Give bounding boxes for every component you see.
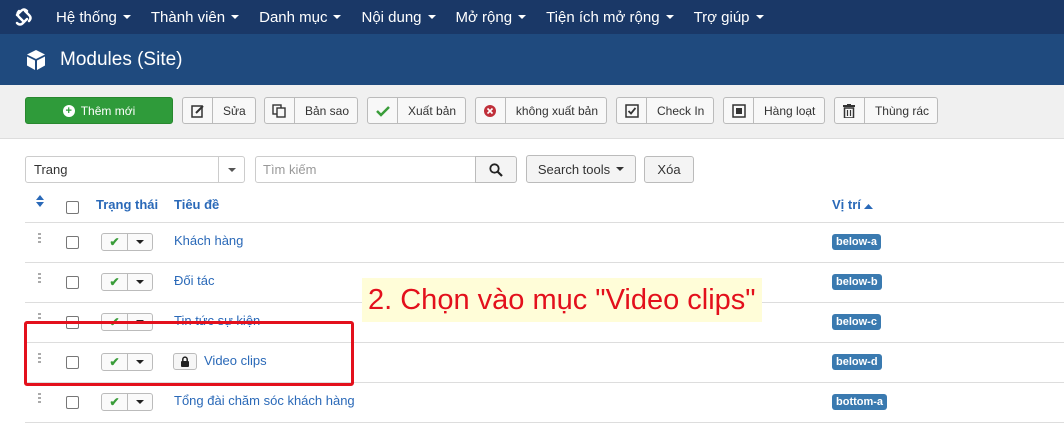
times-circle-icon bbox=[476, 98, 506, 123]
caret-down-icon bbox=[755, 15, 764, 19]
trash-icon bbox=[835, 98, 865, 123]
edit-icon bbox=[183, 98, 213, 123]
title-column-header[interactable]: Tiêu đề bbox=[174, 197, 219, 212]
batch-button-label: Hàng loạt bbox=[764, 103, 816, 118]
page-title: Modules (Site) bbox=[60, 48, 183, 70]
module-title-link[interactable]: Đối tác bbox=[174, 273, 214, 288]
select-all-checkbox[interactable] bbox=[66, 201, 79, 214]
position-column-header[interactable]: Vị trí bbox=[832, 197, 873, 212]
position-badge: below-b bbox=[832, 274, 882, 290]
caret-down-icon[interactable] bbox=[128, 274, 152, 290]
position-badge: below-c bbox=[832, 314, 881, 330]
status-column-header[interactable]: Trạng thái bbox=[96, 197, 158, 212]
drag-handle-icon[interactable] bbox=[38, 273, 41, 285]
checkin-button-label: Check In bbox=[657, 103, 705, 118]
caret-down-icon bbox=[427, 15, 436, 19]
check-icon: ✔ bbox=[102, 234, 128, 250]
highlight-box bbox=[24, 321, 354, 386]
menu-label: Mở rộng bbox=[455, 8, 513, 26]
menu-system[interactable]: Hệ thống bbox=[46, 0, 141, 34]
joomla-logo-icon[interactable] bbox=[0, 0, 46, 34]
status-toggle[interactable]: ✔ bbox=[101, 233, 153, 251]
copy-icon bbox=[265, 98, 295, 123]
chevron-down-icon bbox=[218, 157, 244, 182]
edit-button[interactable]: Sửa bbox=[182, 97, 256, 124]
checkin-button[interactable]: Check In bbox=[616, 97, 714, 124]
position-badge: bottom-a bbox=[832, 394, 888, 410]
copy-button-label: Bản sao bbox=[304, 103, 349, 118]
toolbar: + Thêm mới Sửa Bản sao Xuất bản không xu… bbox=[0, 85, 1064, 139]
checkbox-icon bbox=[617, 98, 647, 123]
search-button[interactable] bbox=[475, 156, 517, 183]
search-icon bbox=[489, 162, 503, 177]
unpublish-button[interactable]: không xuất bản bbox=[475, 97, 607, 124]
caret-down-icon bbox=[518, 15, 527, 19]
menu-content[interactable]: Nội dung bbox=[351, 0, 445, 34]
row-checkbox[interactable] bbox=[66, 276, 79, 289]
position-badge: below-d bbox=[832, 354, 882, 370]
menu-extend[interactable]: Mở rộng bbox=[446, 0, 537, 34]
square-icon bbox=[724, 98, 754, 123]
drag-handle-icon[interactable] bbox=[38, 393, 41, 405]
trash-button-label: Thùng rác bbox=[874, 103, 929, 118]
menu-label: Trợ giúp bbox=[693, 8, 750, 26]
search-tools-label: Search tools bbox=[537, 161, 611, 177]
row-checkbox[interactable] bbox=[66, 396, 79, 409]
publish-button[interactable]: Xuất bản bbox=[367, 97, 466, 124]
menu-label: Nội dung bbox=[361, 8, 422, 26]
menu-label: Hệ thống bbox=[56, 8, 117, 26]
caret-up-icon bbox=[863, 204, 873, 209]
top-navbar: Hệ thống Thành viên Danh mục Nội dung Mở… bbox=[0, 0, 1064, 34]
search-tools-button[interactable]: Search tools bbox=[526, 155, 636, 183]
sort-ordering-icon[interactable] bbox=[36, 195, 44, 210]
status-toggle[interactable]: ✔ bbox=[101, 273, 153, 291]
caret-down-icon bbox=[122, 15, 131, 19]
check-icon: ✔ bbox=[102, 394, 128, 410]
copy-button[interactable]: Bản sao bbox=[264, 97, 358, 124]
position-header-label: Vị trí bbox=[832, 197, 861, 212]
caret-down-icon bbox=[231, 15, 240, 19]
caret-down-icon[interactable] bbox=[128, 234, 152, 250]
module-title-link[interactable]: Tổng đài chăm sóc khách hàng bbox=[174, 393, 355, 408]
position-badge: below-a bbox=[832, 234, 881, 250]
table-header: Trạng thái Tiêu đề Vị trí bbox=[25, 187, 1064, 223]
caret-down-icon[interactable] bbox=[128, 394, 152, 410]
page-header: Modules (Site) bbox=[0, 34, 1064, 85]
batch-button[interactable]: Hàng loạt bbox=[723, 97, 825, 124]
status-toggle[interactable]: ✔ bbox=[101, 393, 153, 411]
check-icon: ✔ bbox=[102, 274, 128, 290]
menu-help[interactable]: Trợ giúp bbox=[684, 0, 774, 34]
menu-categories[interactable]: Danh mục bbox=[249, 0, 351, 34]
publish-button-label: Xuất bản bbox=[408, 103, 457, 118]
search-input[interactable] bbox=[255, 156, 476, 183]
clear-button-label: Xóa bbox=[657, 162, 681, 177]
drag-handle-icon[interactable] bbox=[38, 233, 41, 245]
caret-down-icon bbox=[616, 167, 625, 171]
check-icon bbox=[368, 98, 398, 123]
client-select[interactable]: Trang bbox=[25, 156, 245, 183]
clear-button[interactable]: Xóa bbox=[644, 156, 694, 183]
menu-label: Thành viên bbox=[150, 8, 226, 26]
client-select-value: Trang bbox=[34, 162, 68, 177]
menu-extensions[interactable]: Tiện ích mở rộng bbox=[536, 0, 684, 34]
caret-down-icon bbox=[333, 15, 342, 19]
table-row: ✔ Tổng đài chăm sóc khách hàng bottom-a bbox=[25, 383, 1064, 423]
unpublish-button-label: không xuất bản bbox=[515, 103, 598, 118]
edit-button-label: Sửa bbox=[223, 103, 246, 118]
table-row: ✔ Khách hàng below-a bbox=[25, 223, 1064, 263]
new-button[interactable]: + Thêm mới bbox=[25, 97, 173, 124]
caret-down-icon bbox=[665, 15, 674, 19]
plus-circle-icon: + bbox=[62, 104, 75, 117]
annotation-callout: 2. Chọn vào mục "Video clips" bbox=[362, 278, 762, 322]
row-checkbox[interactable] bbox=[66, 236, 79, 249]
trash-button[interactable]: Thùng rác bbox=[834, 97, 938, 124]
menu-users[interactable]: Thành viên bbox=[141, 0, 249, 34]
menu-label: Tiện ích mở rộng bbox=[546, 8, 660, 26]
new-button-label: Thêm mới bbox=[80, 103, 136, 118]
module-title-link[interactable]: Khách hàng bbox=[174, 233, 243, 248]
menu-label: Danh mục bbox=[259, 8, 328, 26]
cube-icon bbox=[27, 49, 45, 70]
